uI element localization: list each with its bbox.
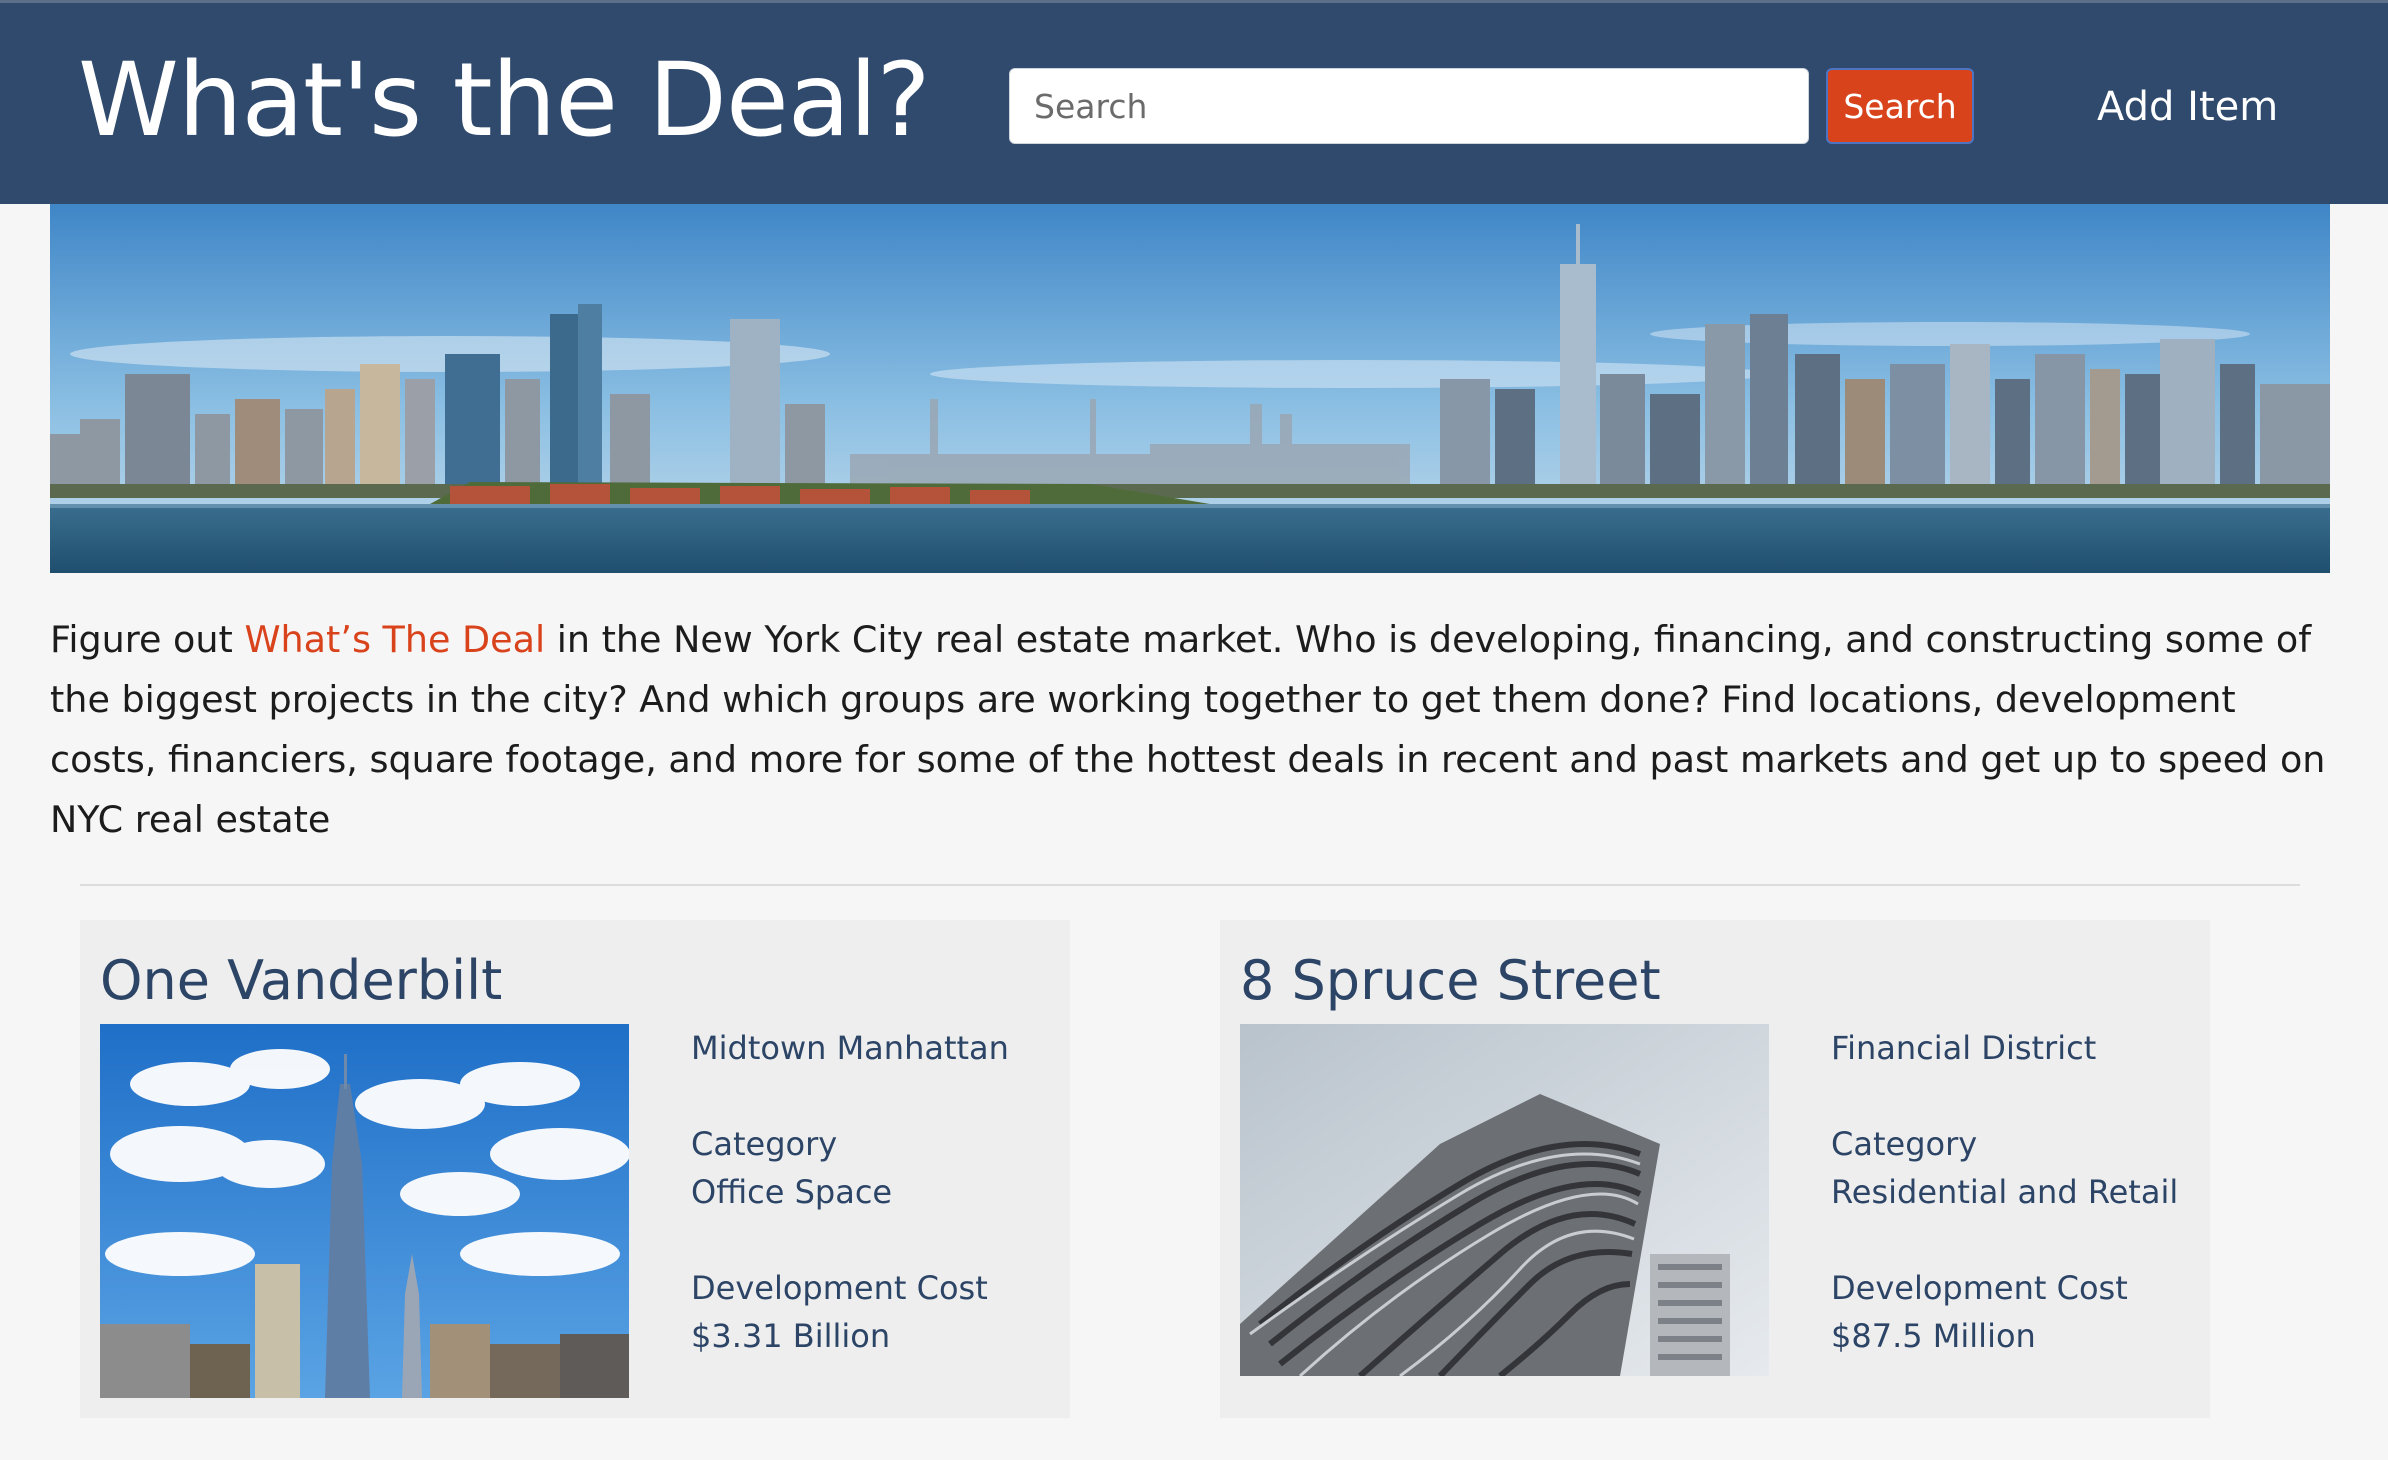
navbar: What's the Deal? Search Add Item — [0, 0, 2388, 204]
deal-cost-label: Development Cost — [1831, 1269, 2128, 1307]
search-button[interactable]: Search — [1826, 68, 1974, 144]
deal-card-one-vanderbilt[interactable]: One Vanderbilt Midtown Manhattan Categor… — [80, 920, 1070, 1418]
search-input[interactable] — [1009, 68, 1809, 144]
deal-title[interactable]: 8 Spruce Street — [1240, 946, 1661, 1016]
deal-title[interactable]: One Vanderbilt — [100, 946, 502, 1016]
deal-category-label: Category — [1831, 1125, 1978, 1163]
intro-text-start: Figure out — [50, 618, 245, 661]
add-item-link[interactable]: Add Item — [2097, 77, 2278, 137]
deal-cost-value: $87.5 Million — [1831, 1317, 2036, 1355]
site-title[interactable]: What's the Deal? — [78, 41, 931, 161]
deal-location: Financial District — [1831, 1029, 2097, 1067]
hero-skyline-image — [50, 204, 2330, 573]
intro-highlight: What’s The Deal — [244, 618, 546, 661]
deal-cost-label: Development Cost — [691, 1269, 988, 1307]
deal-location: Midtown Manhattan — [691, 1029, 1009, 1067]
deal-category-value: Residential and Retail — [1831, 1173, 2179, 1211]
deal-category-label: Category — [691, 1125, 838, 1163]
section-divider — [80, 884, 2300, 886]
8-spruce-street-photo — [1240, 1024, 1769, 1376]
intro-paragraph: Figure out What’s The Deal in the New Yo… — [50, 610, 2340, 850]
deal-category-value: Office Space — [691, 1173, 893, 1211]
deal-cost-value: $3.31 Billion — [691, 1317, 891, 1355]
one-vanderbilt-photo — [100, 1024, 629, 1398]
deal-card-8-spruce-street[interactable]: 8 Spruce Street Financial District Categ… — [1220, 920, 2210, 1418]
